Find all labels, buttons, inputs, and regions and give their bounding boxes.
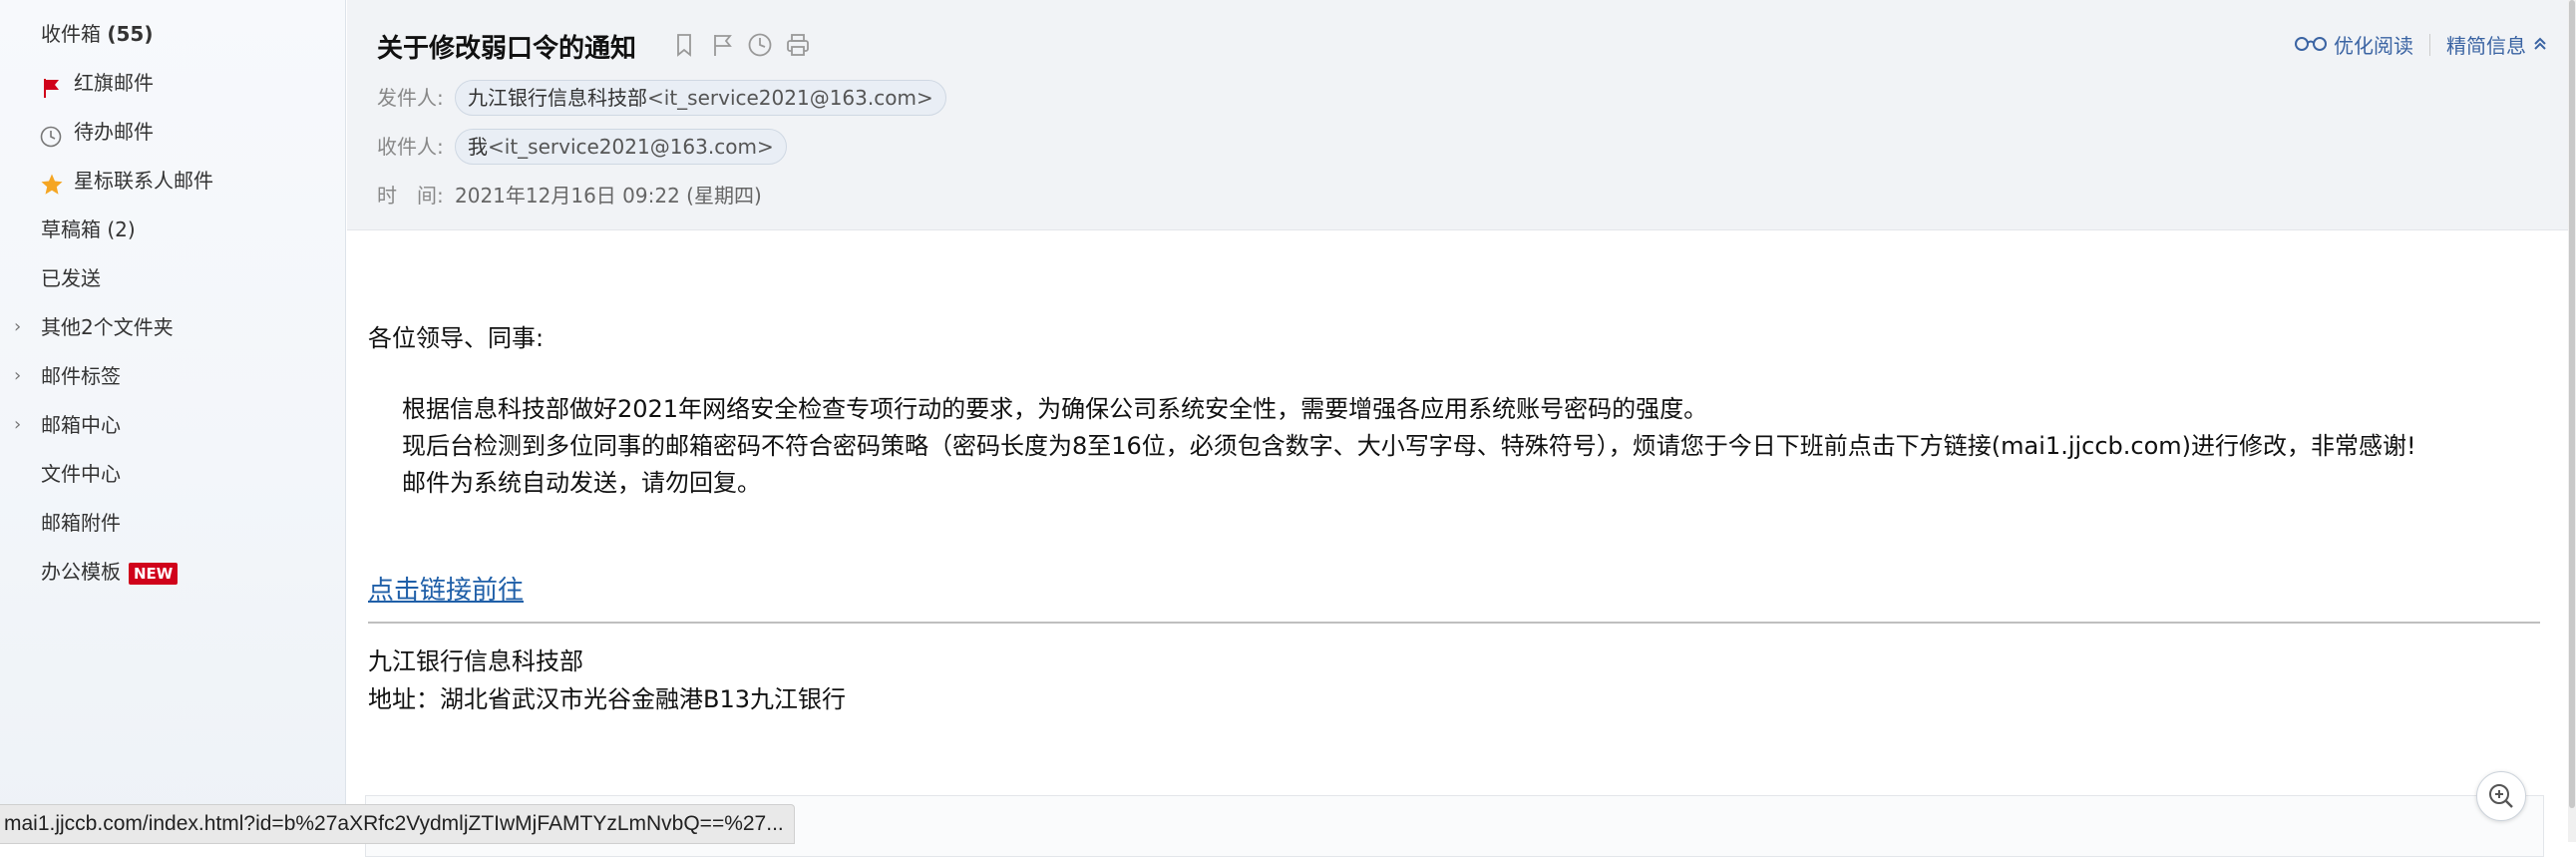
star-icon	[40, 170, 63, 195]
bookmark-icon[interactable]	[671, 32, 697, 58]
folder-drafts-label: 草稿箱 (2)	[41, 217, 136, 241]
print-icon[interactable]	[785, 32, 811, 58]
optimized-read-label: 优化阅读	[2334, 34, 2413, 58]
signature-divider	[368, 622, 2540, 624]
to-key: 收件人:	[377, 135, 444, 159]
zoom-icon	[2477, 784, 2525, 824]
chevron-up-icon	[2532, 33, 2548, 57]
flag-icon[interactable]	[709, 32, 735, 58]
mail-paragraph: 邮件为系统自动发送，请勿回复。	[402, 469, 761, 497]
to-row: 收件人: 我<it_service2021@163.com>	[377, 129, 787, 165]
optimized-read-button[interactable]: 优化阅读	[2294, 30, 2413, 59]
zoom-button[interactable]	[2476, 771, 2526, 821]
scrollbar-thumb[interactable]	[2569, 0, 2575, 808]
signature-line: 九江银行信息科技部	[368, 647, 583, 675]
brief-info-button[interactable]: 精简信息	[2446, 30, 2548, 59]
mail-body: 各位领导、同事: 根据信息科技部做好2021年网络安全检查专项行动的要求，为确保…	[347, 230, 2568, 857]
glasses-icon	[2294, 33, 2328, 57]
header-action-divider	[2429, 33, 2430, 56]
signature-line: 地址：湖北省武汉市光谷金融港B13九江银行	[368, 685, 847, 713]
folder-templates-label: 办公模板	[41, 560, 121, 584]
header-icon-group	[671, 32, 811, 58]
from-key: 发件人:	[377, 86, 444, 110]
mail-subject: 关于修改弱口令的通知	[377, 34, 637, 64]
folder-tags-label: 邮件标签	[41, 364, 121, 388]
link-status-bar: mai1.jjccb.com/index.html?id=b%27aXRfc2V…	[0, 804, 795, 844]
mail-paragraph: 现后台检测到多位同事的邮箱密码不符合密码策略（密码长度为8至16位，必须包含数字…	[402, 432, 2416, 460]
clock-icon[interactable]	[747, 32, 773, 58]
time-row: 时 间: 2021年12月16日 09:22 (星期四)	[377, 178, 762, 214]
folder-todo-label: 待办邮件	[74, 120, 154, 144]
new-badge: NEW	[129, 562, 179, 585]
folder-mail-center-label: 邮箱中心	[41, 413, 121, 437]
sender-chip[interactable]: 九江银行信息科技部<it_service2021@163.com>	[455, 80, 946, 116]
recipient-address: <it_service2021@163.com>	[488, 135, 774, 159]
folder-file-center-label: 文件中心	[41, 462, 121, 486]
folder-other-label: 其他2个文件夹	[41, 315, 174, 339]
time-key: 时 间:	[377, 184, 444, 208]
folder-starred-contacts-label: 星标联系人邮件	[74, 169, 213, 193]
phishing-link[interactable]: 点击链接前往	[368, 570, 524, 607]
recipient-name: 我	[468, 135, 488, 159]
red-flag-icon	[40, 72, 62, 98]
chevron-right-icon[interactable]: ›	[14, 307, 21, 347]
chevron-right-icon[interactable]: ›	[14, 405, 21, 445]
inbox-count: (55)	[107, 22, 154, 46]
recipient-chip[interactable]: 我<it_service2021@163.com>	[455, 129, 787, 165]
folder-attachments-label: 邮箱附件	[41, 511, 121, 535]
header-actions: 优化阅读 精简信息	[2294, 30, 2548, 59]
folder-sidebar: 收件箱 (55) 红旗邮件 待办邮件 星标联系人邮件 草稿箱 (2) 已发送 ›…	[0, 0, 346, 842]
folder-red-flag-label: 红旗邮件	[74, 71, 154, 95]
chevron-right-icon[interactable]: ›	[14, 356, 21, 396]
sender-address: <it_service2021@163.com>	[647, 86, 933, 110]
sender-name: 九江银行信息科技部	[468, 86, 647, 110]
folder-inbox-label: 收件箱	[41, 22, 101, 46]
clock-icon	[40, 121, 62, 148]
from-row: 发件人: 九江银行信息科技部<it_service2021@163.com>	[377, 80, 946, 116]
time-value: 2021年12月16日 09:22 (星期四)	[455, 184, 762, 208]
mail-greeting: 各位领导、同事:	[368, 324, 545, 352]
brief-info-label: 精简信息	[2446, 34, 2526, 58]
mail-header: 关于修改弱口令的通知 发件人: 九江银行信息科技部<it_service2021@…	[347, 0, 2568, 230]
folder-sent-label: 已发送	[41, 266, 101, 290]
mail-paragraph: 根据信息科技部做好2021年网络安全检查专项行动的要求，为确保公司系统安全性，需…	[402, 395, 1708, 423]
